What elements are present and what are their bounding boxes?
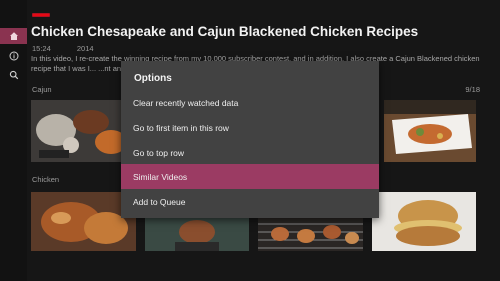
menu-item-similar-videos[interactable]: Similar Videos: [121, 164, 379, 189]
row-label-cajun: Cajun: [32, 85, 52, 94]
sidebar-item-search[interactable]: [0, 67, 27, 83]
thumbnail-chicken-2[interactable]: [145, 218, 249, 251]
video-meta: 15:24 2014: [32, 44, 118, 53]
menu-item-go-to-top-row[interactable]: Go to top row: [121, 140, 379, 165]
menu-item-clear-recently-watched[interactable]: Clear recently watched data: [121, 90, 379, 115]
menu-item-go-to-first-item[interactable]: Go to first item in this row: [121, 115, 379, 140]
search-icon: [9, 70, 18, 80]
video-title: Chicken Chesapeake and Cajun Blackened C…: [31, 24, 419, 39]
options-dialog: Options Clear recently watched data Go t…: [121, 61, 379, 218]
thumbnail-image: [372, 192, 476, 251]
thumbnail-chicken-3[interactable]: [258, 218, 363, 251]
sidebar-item-info[interactable]: [0, 48, 27, 64]
menu-item-add-to-queue[interactable]: Add to Queue: [121, 189, 379, 214]
thumbnail-image: [145, 218, 249, 251]
info-icon: [9, 51, 18, 61]
brand-logo: [32, 13, 50, 17]
row-counter: 9/18: [465, 85, 480, 94]
video-year: 2014: [76, 44, 94, 53]
row-label-chicken: Chicken: [32, 175, 60, 184]
thumbnail-chicken-4[interactable]: [372, 192, 476, 251]
thumbnail-cajun-2[interactable]: [384, 100, 476, 162]
home-icon: [9, 32, 18, 40]
thumbnail-image: [384, 100, 476, 162]
options-dialog-title: Options: [134, 73, 172, 84]
video-duration: 15:24: [32, 44, 51, 53]
sidebar-rail: [0, 0, 27, 281]
sidebar-item-home[interactable]: [0, 28, 27, 44]
thumbnail-image: [258, 218, 363, 251]
